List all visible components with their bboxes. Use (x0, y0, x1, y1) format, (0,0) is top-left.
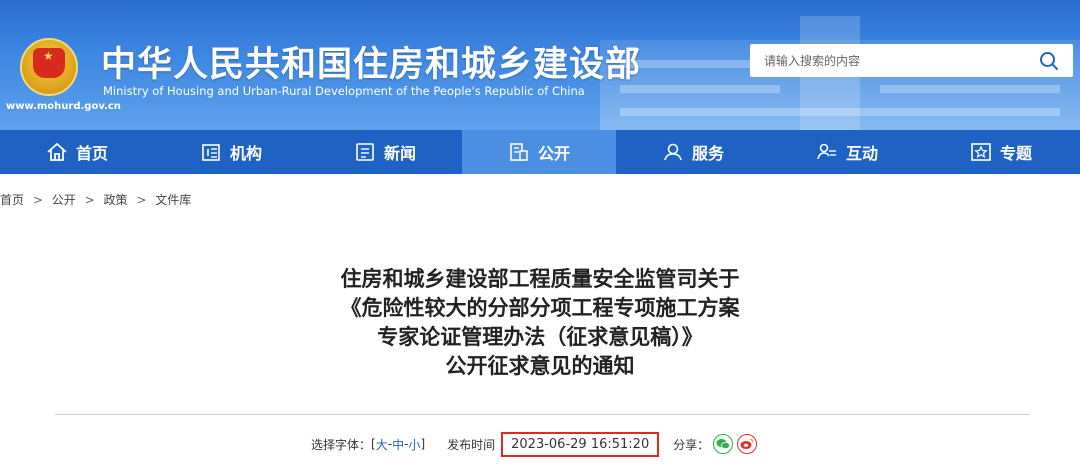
nav-item-news[interactable]: 新闻 (308, 130, 462, 174)
search-icon[interactable] (1039, 51, 1059, 71)
search-box (750, 44, 1073, 77)
site-title-english: Ministry of Housing and Urban-Rural Deve… (103, 84, 585, 98)
nav-item-topics[interactable]: 专题 (924, 130, 1078, 174)
article-title-line: 公开征求意见的通知 (445, 354, 635, 378)
breadcrumb-home[interactable]: 首页 (0, 193, 24, 207)
nav-item-interaction[interactable]: 互动 (770, 130, 924, 174)
nav-item-label: 服务 (691, 144, 724, 163)
nav-item-home[interactable]: 首页 (0, 130, 154, 174)
document-icon (510, 143, 528, 161)
share-label: 分享： (673, 437, 710, 452)
font-bracket-close: ] (420, 437, 426, 451)
nav-item-organization[interactable]: 机构 (154, 130, 308, 174)
service-icon (664, 143, 682, 161)
national-emblem-icon[interactable]: ★ (20, 38, 78, 96)
nav-item-label: 专题 (999, 144, 1032, 163)
nav-item-public[interactable]: 公开 (462, 130, 616, 174)
publish-time-value: 2023-06-29 16:51:20 (501, 431, 660, 457)
nav-item-label: 新闻 (383, 144, 416, 163)
main-nav: 首页 机构 新闻 公开 服务 互动 专题 (0, 130, 1080, 174)
share-weibo-button[interactable] (737, 434, 758, 454)
star-icon (971, 143, 991, 161)
interaction-icon (817, 143, 836, 160)
article-title-line: 《危险性较大的分部分项工程专项施工方案 (340, 296, 740, 320)
breadcrumb-separator: > (32, 193, 43, 207)
breadcrumb-file-library[interactable]: 文件库 (155, 193, 191, 207)
breadcrumb-public[interactable]: 公开 (52, 193, 76, 207)
font-size-large[interactable]: 大 (376, 436, 388, 453)
breadcrumb-separator: > (84, 193, 95, 207)
search-input[interactable] (750, 44, 1030, 77)
font-size-medium[interactable]: 中 (392, 436, 404, 453)
article-title: 住房和城乡建设部工程质量安全监管司关于 《危险性较大的分部分项工程专项施工方案 … (240, 265, 840, 381)
nav-item-label: 公开 (537, 144, 570, 163)
site-header: ★ www.mohurd.gov.cn 中华人民共和国住房和城乡建设部 Mini… (0, 0, 1080, 130)
breadcrumb: 首页 > 公开 > 政策 > 文件库 (0, 191, 191, 208)
nav-item-service[interactable]: 服务 (616, 130, 770, 174)
font-select-label: 选择字体： (311, 437, 372, 452)
site-url: www.mohurd.gov.cn (6, 101, 121, 112)
publish-time-label: 发布时间 (447, 437, 496, 452)
news-icon (356, 143, 374, 161)
building-icon (202, 144, 220, 161)
home-icon (47, 142, 67, 161)
weibo-icon (740, 438, 754, 449)
wechat-icon (716, 439, 731, 450)
font-size-small[interactable]: 小 (408, 436, 420, 453)
article-meta: 选择字体： [ 大 - 中 - 小 ] 发布时间 2023-06-29 16:5… (311, 428, 758, 460)
nav-item-label: 首页 (75, 144, 108, 163)
site-title[interactable]: 中华人民共和国住房和城乡建设部 (101, 36, 641, 87)
share-wechat-button[interactable] (713, 434, 734, 454)
breadcrumb-separator: > (136, 193, 147, 207)
article-title-line: 住房和城乡建设部工程质量安全监管司关于 (340, 267, 740, 291)
title-divider (55, 414, 1030, 415)
article-title-line: 专家论证管理办法（征求意见稿）》 (377, 325, 703, 349)
nav-item-label: 互动 (845, 144, 878, 163)
nav-item-label: 机构 (229, 144, 262, 163)
breadcrumb-policy[interactable]: 政策 (103, 193, 127, 207)
